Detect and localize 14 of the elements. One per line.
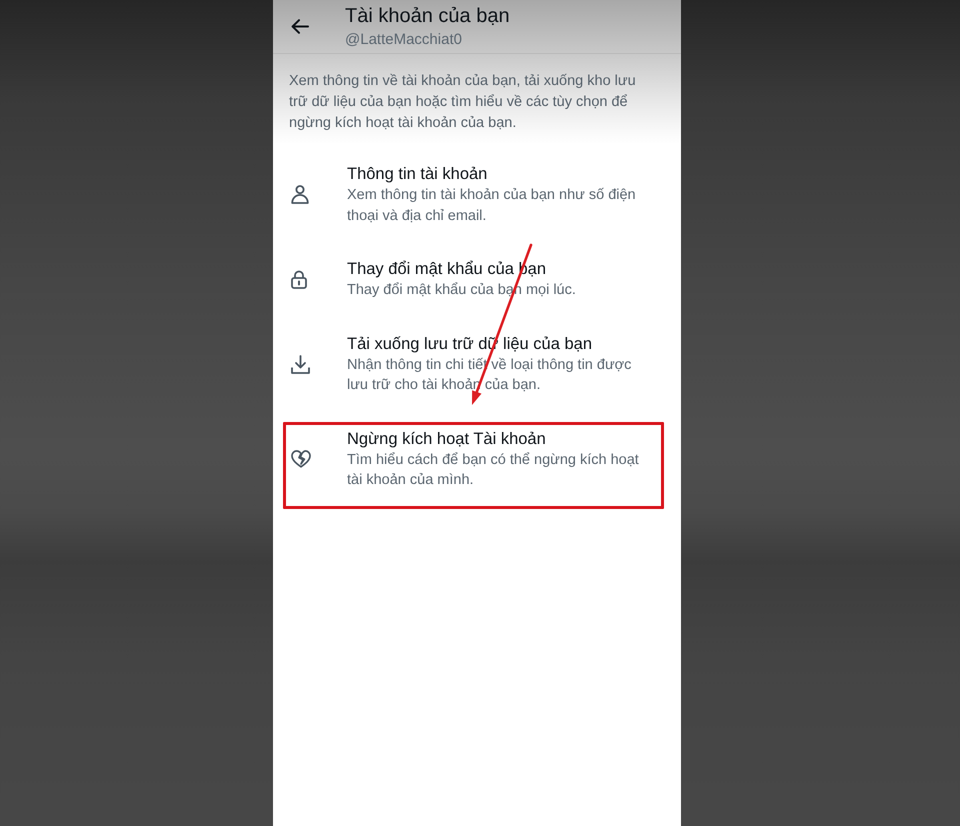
lock-icon (291, 270, 307, 289)
item-description: Xem thông tin tài khoản của bạn như số điện thoại và địa chỉ email. (347, 186, 637, 226)
page-title: Tài khoản của bạn (345, 4, 510, 29)
download-icon (291, 354, 310, 374)
menu-item[interactable]: Ngừng kích hoạt Tài khoản Tìm hiểu cách để bạn có thể ngừng kích hoạt tài khoản của mình. (273, 412, 681, 506)
broken-heart-icon (291, 450, 311, 468)
item-description: Tìm hiểu cách để bạn có thể ngừng kích hoạt tài khoản của mình. (347, 450, 640, 490)
menu-item[interactable]: Thông tin tài khoản Xem thông tin tài khoản của bạn như số điện thoại và địa chỉ email. (273, 147, 681, 242)
person-icon (291, 185, 309, 204)
arrow-left-icon (291, 19, 309, 34)
item-title: Ngừng kích hoạt Tài khoản (347, 428, 547, 450)
item-title: Thông tin tài khoản (347, 164, 488, 185)
account-handle: @LatteMacchiat0 (345, 30, 463, 50)
page-description: Xem thông tin về tài khoản của bạn, tải xuống kho lưu trữ dữ liệu của bạn hoặc tìm hiểu về các tùy chọn để ngừng kích hoạt tài khoản của bạn. (288, 72, 637, 133)
